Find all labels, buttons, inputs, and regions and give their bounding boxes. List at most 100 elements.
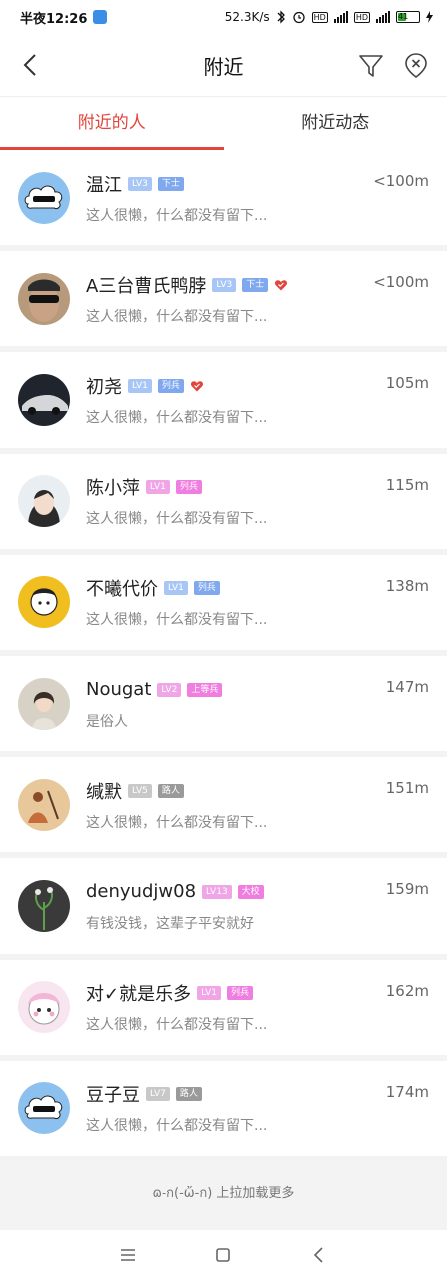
level-badge: LV3 [128,176,152,191]
distance-label: 162m [385,981,429,1000]
rank-badge: 路人 [175,1087,202,1102]
user-row[interactable]: 缄默 LV5 路人这人很懒，什么都没有留下... 151m [0,757,447,859]
rank-badge: 上等兵 [187,682,223,697]
user-name: A三台曹氏鸭脖 [86,275,207,297]
tab-nearby-people[interactable]: 附近的人 [0,97,224,150]
user-list: 温江 LV3 下士 这人很懒，什么都没有留下... <100m A三台曹氏鸭脖 LV3 下士这… [0,150,447,1162]
level-badge: LV13 [202,884,232,899]
rank-badge: 大校 [237,884,264,899]
rank-badge: 列兵 [193,581,220,596]
home-icon[interactable] [213,1245,233,1265]
user-row[interactable]: 豆子豆 LV7 路人这人很懒，什么都没有留下... 174m [0,1060,447,1162]
level-badge: LV1 [128,378,152,393]
distance-label: 174m [385,1082,429,1101]
app-notification-icon [93,10,108,24]
load-more-hint[interactable]: ɷ˗ก(-ὤ-ก) 上拉加载更多 [0,1172,447,1224]
system-back-icon[interactable] [309,1245,329,1265]
alarm-icon [292,11,305,24]
level-badge: LV5 [128,783,152,798]
user-bio: 这人很懒，什么都没有留下... [86,409,268,426]
status-bar: 半夜12:26 52.3K/s HD HD 41 [0,0,447,34]
user-name: Nougat [86,679,152,701]
avatar[interactable] [18,272,70,325]
rank-badge: 下士 [242,277,269,292]
user-bio: 这人很懒，什么都没有留下... [86,814,268,831]
signal-icon-1 [333,11,348,23]
user-name: 缄默 [86,781,122,803]
battery-level: 41 [398,12,409,21]
user-bio: 这人很懒，什么都没有留下... [86,612,268,629]
system-nav-bar [0,1230,447,1280]
user-name: 陈小萍 [86,478,140,500]
location-clear-icon[interactable] [403,52,429,78]
back-arrow-icon[interactable] [18,52,44,78]
user-row[interactable]: 温江 LV3 下士这人很懒，什么都没有留下... <100m [0,150,447,252]
level-badge: LV1 [146,480,170,495]
hd-icon-2: HD [353,11,370,23]
avatar[interactable] [18,576,70,629]
tab-bar: 附近的人 附近动态 [0,96,447,150]
user-name: 豆子豆 [86,1085,140,1107]
user-bio: 这人很懒，什么都没有留下... [86,308,268,325]
level-badge: LV2 [157,682,182,697]
user-row[interactable]: Nougat LV2 上等兵是俗人 147m [0,655,447,758]
user-row[interactable]: 初尧 LV1 列兵这人很懒，什么都没有留下... 105m [0,352,447,454]
status-right: 52.3K/s HD HD 41 [225,10,433,24]
heart-icon [275,280,288,291]
user-row[interactable]: 陈小萍 LV1 列兵这人很懒，什么都没有留下... 115m [0,453,447,555]
distance-label: 159m [385,880,429,899]
distance-label: <100m [373,172,429,190]
network-speed: 52.3K/s [224,10,270,24]
filter-icon[interactable] [357,52,385,80]
level-badge: LV7 [146,1087,170,1102]
user-bio: 这人很懒，什么都没有留下... [86,511,268,528]
distance-label: <100m [373,273,429,292]
avatar[interactable] [18,981,70,1034]
distance-label: 115m [385,475,429,494]
charging-icon [426,11,433,23]
rank-badge: 下士 [157,176,184,191]
avatar[interactable] [18,373,70,426]
page-title: 附近 [203,54,244,79]
user-row[interactable]: A三台曹氏鸭脖 LV3 下士这人很懒，什么都没有留下... <100m [0,251,447,353]
avatar[interactable] [18,171,70,224]
user-row[interactable]: denyudjw08 LV13 大校有钱没钱，这辈子平安就好 159m [0,858,447,960]
avatar[interactable] [18,778,70,831]
level-badge: LV1 [164,581,188,596]
distance-label: 151m [385,779,429,798]
bluetooth-icon [277,10,285,24]
user-bio: 这人很懒，什么都没有留下... [86,207,268,224]
tab-nearby-posts[interactable]: 附近动态 [224,97,447,150]
user-name: 初尧 [86,376,122,398]
level-badge: LV3 [212,277,237,292]
user-bio: 这人很懒，什么都没有留下... [86,1017,268,1034]
heart-icon [190,381,203,392]
user-bio: 有钱没钱，这辈子平安就好 [86,915,254,932]
user-name: denyudjw08 [86,881,197,903]
signal-icon-2 [376,11,390,23]
avatar[interactable] [18,475,70,528]
user-bio: 是俗人 [86,713,128,730]
user-name: 对✓就是乐多 [86,984,192,1006]
rank-badge: 列兵 [157,378,184,393]
distance-label: 138m [385,576,429,595]
avatar[interactable] [18,677,70,730]
level-badge: LV1 [197,986,222,1001]
nav-bar: 附近 [0,34,447,96]
status-time: 半夜12:26 [20,11,88,27]
user-name: 不曦代价 [86,579,158,601]
user-bio: 这人很懒，什么都没有留下... [86,1118,268,1135]
rank-badge: 路人 [157,783,184,798]
distance-label: 147m [385,677,429,696]
rank-badge: 列兵 [227,986,254,1001]
user-row[interactable]: 对✓就是乐多 LV1 列兵这人很懒，什么都没有留下... 162m [0,959,447,1061]
distance-label: 105m [385,374,429,393]
avatar[interactable] [18,1082,70,1135]
avatar[interactable] [18,879,70,932]
hd-icon: HD [311,11,328,23]
rank-badge: 列兵 [175,480,202,495]
menu-icon[interactable] [118,1245,138,1265]
battery-icon: 41 [396,11,420,23]
user-row[interactable]: 不曦代价 LV1 列兵这人很懒，什么都没有留下... 138m [0,554,447,656]
user-name: 温江 [86,174,122,196]
